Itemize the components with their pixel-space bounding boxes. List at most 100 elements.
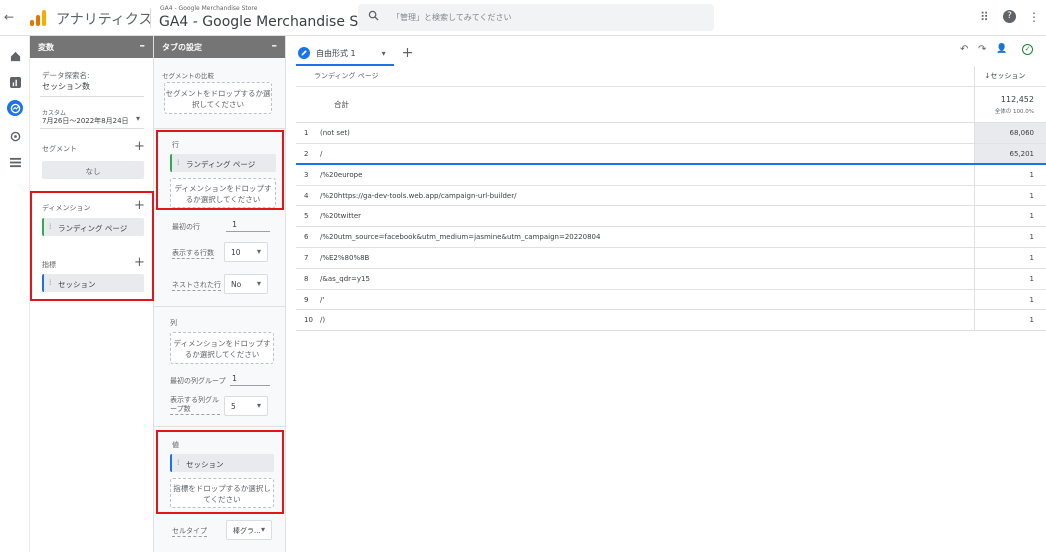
total-row: 合計 112,452 全体の 100.0% bbox=[296, 86, 1046, 124]
more-vert-icon[interactable]: ⋮ bbox=[1028, 10, 1040, 24]
table-header-row: ランディング ページ ↓セッション bbox=[296, 66, 1046, 88]
row-index: 7 bbox=[296, 247, 320, 269]
show-col-groups-select[interactable]: 5 bbox=[224, 396, 268, 416]
tab-label: 自由形式 1 bbox=[316, 48, 356, 58]
row-value: 1 bbox=[973, 289, 1046, 311]
cell-type-value: 棒グラ... bbox=[233, 527, 261, 535]
collapse-icon[interactable]: – bbox=[140, 39, 146, 52]
collapse-icon[interactable]: – bbox=[272, 39, 278, 52]
add-segment-icon[interactable]: + bbox=[134, 140, 145, 153]
total-index bbox=[296, 86, 320, 124]
row-page: /%20europe bbox=[320, 164, 974, 186]
divider bbox=[154, 426, 286, 427]
explore-icon[interactable] bbox=[7, 100, 23, 116]
row-page: /%E2%80%8B bbox=[320, 247, 974, 269]
row-page: /) bbox=[320, 309, 974, 332]
segments-label: セグメント bbox=[42, 145, 77, 153]
table-row[interactable]: 9/' 1 bbox=[296, 289, 1046, 311]
home-icon[interactable] bbox=[7, 48, 23, 64]
row-page: /%20utm_source=facebook&utm_medium=jasmi… bbox=[320, 226, 974, 249]
row-index: 8 bbox=[296, 268, 320, 290]
segments-empty: なし bbox=[42, 161, 144, 179]
search-bar[interactable]: 「管理」と検索してみてください bbox=[358, 4, 714, 31]
cell-type-select[interactable]: 棒グラ... bbox=[226, 520, 272, 540]
row-value: 68,060 bbox=[973, 122, 1046, 145]
divider bbox=[154, 306, 286, 307]
check-circle-icon[interactable]: ✓ bbox=[1022, 44, 1033, 55]
columns-drop-zone[interactable]: ディメンションをドロップするか選択してください bbox=[170, 332, 274, 364]
show-col-groups-value: 5 bbox=[231, 402, 236, 411]
columns-label: 列 bbox=[170, 319, 177, 327]
row-value: 1 bbox=[973, 268, 1046, 290]
analytics-logo bbox=[30, 10, 46, 26]
nested-rows-select[interactable]: No bbox=[224, 274, 268, 294]
total-percent: 全体の 100.0% bbox=[994, 108, 1034, 115]
first-col-group-label: 最初の列グループ bbox=[170, 377, 226, 385]
row-index: 3 bbox=[296, 164, 320, 186]
variables-header: 変数 – bbox=[30, 36, 153, 58]
row-page: /%20https://ga-dev-tools.web.app/campaig… bbox=[320, 185, 974, 207]
table-row[interactable]: 1 (not set) 68,060 bbox=[296, 122, 1046, 145]
show-rows-select[interactable]: 10 bbox=[224, 242, 268, 262]
row-index: 9 bbox=[296, 289, 320, 311]
divider bbox=[40, 128, 144, 129]
table-row[interactable]: 3/%20europe 1 bbox=[296, 164, 1046, 186]
undo-icon[interactable]: ↶ bbox=[960, 44, 968, 55]
help-icon[interactable]: ? bbox=[1003, 10, 1016, 23]
highlight-box bbox=[156, 430, 284, 514]
apps-icon[interactable]: ⠿ bbox=[980, 10, 989, 24]
app-title: アナリティクス bbox=[56, 12, 153, 28]
row-index: 4 bbox=[296, 185, 320, 207]
exploration-name-input[interactable]: セッション数 bbox=[42, 81, 90, 92]
segment-drop-zone[interactable]: セグメントをドロップするか選択してください bbox=[164, 82, 272, 114]
results-table: ランディング ページ ↓セッション 合計 112,452 全体の 100.0% … bbox=[296, 66, 1046, 332]
table-row[interactable]: 6/%20utm_source=facebook&utm_medium=jasm… bbox=[296, 226, 1046, 249]
table-row[interactable]: 5/%20twitter 1 bbox=[296, 205, 1046, 228]
account-path[interactable]: GA4 - Google Merchandise Store bbox=[160, 5, 257, 12]
share-icon[interactable]: 👤 bbox=[996, 44, 1007, 54]
metric-header[interactable]: ↓セッション bbox=[973, 66, 1046, 88]
configure-icon[interactable] bbox=[7, 154, 23, 170]
row-value: 1 bbox=[973, 185, 1046, 207]
tab-freeform-1[interactable]: 自由形式 1 ▾ + bbox=[298, 42, 413, 64]
nested-rows-label: ネストされた行 bbox=[172, 281, 221, 291]
show-rows-label: 表示する行数 bbox=[172, 249, 214, 259]
dimension-header[interactable]: ランディング ページ bbox=[296, 66, 974, 88]
exploration-name-label: データ探索名: bbox=[42, 71, 90, 80]
table-row[interactable]: 7/%E2%80%8B 1 bbox=[296, 247, 1046, 269]
divider bbox=[154, 128, 286, 129]
total-cell: 112,452 全体の 100.0% bbox=[973, 86, 1046, 124]
chevron-down-icon[interactable]: ▾ bbox=[382, 49, 386, 58]
advertising-icon[interactable] bbox=[7, 128, 23, 144]
row-page: /' bbox=[320, 289, 974, 311]
total-label: 合計 bbox=[320, 86, 974, 124]
tab-settings-title: タブの設定 bbox=[162, 43, 202, 52]
first-col-group-input[interactable]: 1 bbox=[230, 374, 270, 386]
table-row[interactable]: 10/) 1 bbox=[296, 309, 1046, 332]
tab-settings-header: タブの設定 – bbox=[154, 36, 285, 58]
row-index: 10 bbox=[296, 309, 320, 332]
search-icon bbox=[368, 10, 379, 21]
table-row[interactable]: 4/%20https://ga-dev-tools.web.app/campai… bbox=[296, 185, 1046, 207]
table-row[interactable]: 8/&as_qdr=y15 1 bbox=[296, 268, 1046, 290]
chevron-down-icon[interactable]: ▾ bbox=[136, 114, 140, 123]
date-range[interactable]: 7月26日～2022年8月24日 bbox=[42, 116, 129, 126]
nested-rows-value: No bbox=[231, 280, 242, 289]
add-tab-icon[interactable]: + bbox=[402, 45, 414, 61]
reports-icon[interactable] bbox=[7, 74, 23, 90]
first-row-input[interactable]: 1 bbox=[226, 220, 270, 232]
redo-icon[interactable]: ↷ bbox=[978, 44, 986, 55]
show-col-groups-label: 表示する列グループ数 bbox=[170, 396, 220, 415]
total-value: 112,452 bbox=[1000, 94, 1034, 104]
row-page: /&as_qdr=y15 bbox=[320, 268, 974, 290]
arrow-back-icon[interactable]: ← bbox=[4, 10, 14, 24]
edit-pencil-icon bbox=[298, 47, 310, 59]
table-row[interactable]: 2 / 65,201 bbox=[296, 143, 1046, 165]
show-rows-value: 10 bbox=[231, 248, 241, 257]
left-nav bbox=[0, 36, 30, 552]
row-index: 5 bbox=[296, 205, 320, 228]
row-value: 65,201 bbox=[973, 143, 1046, 165]
search-placeholder: 「管理」と検索してみてください bbox=[392, 13, 512, 22]
account-name[interactable]: GA4 - Google Merchandise Store bbox=[159, 14, 386, 30]
divider bbox=[40, 96, 144, 97]
